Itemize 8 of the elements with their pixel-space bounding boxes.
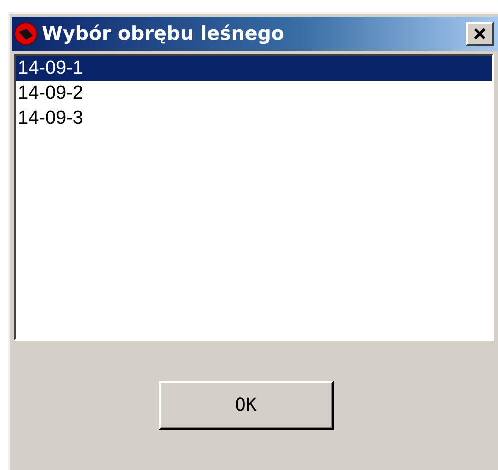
window-title: Wybór obrębu leśnego	[42, 23, 286, 45]
ok-button[interactable]: OK	[158, 381, 334, 430]
close-icon	[473, 27, 487, 41]
list-item[interactable]: 14-09-3	[16, 106, 492, 131]
list-item[interactable]: 14-09-1	[16, 56, 492, 81]
list-item[interactable]: 14-09-2	[16, 81, 492, 106]
app-icon	[14, 22, 38, 46]
close-button[interactable]	[466, 22, 494, 46]
